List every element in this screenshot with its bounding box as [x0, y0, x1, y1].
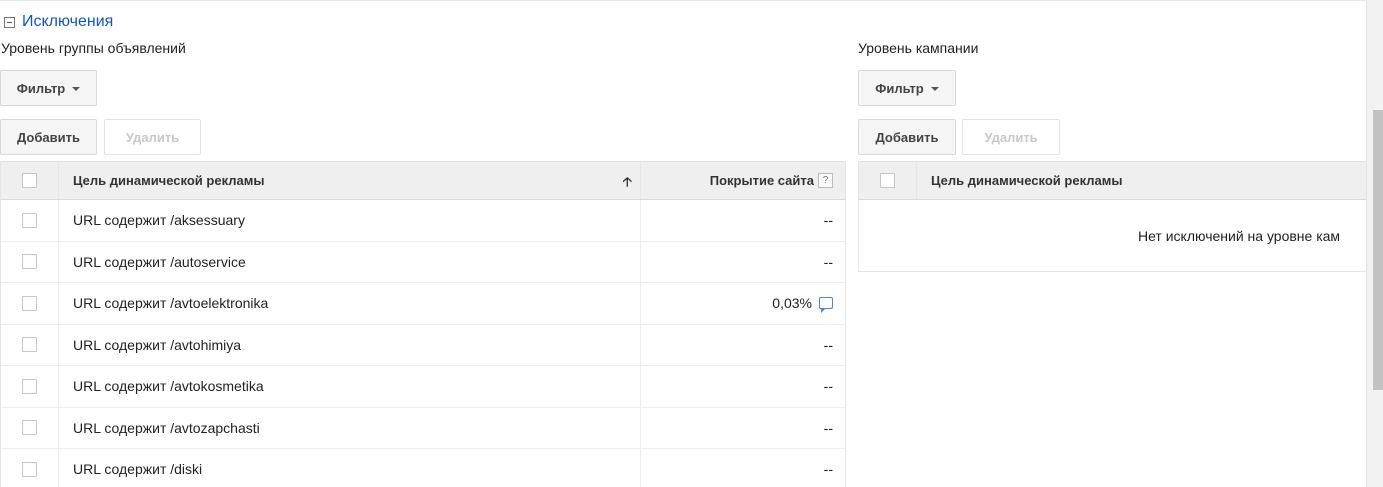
- comment-icon[interactable]: [819, 297, 833, 314]
- row-checkbox[interactable]: [22, 337, 37, 353]
- campaign-delete-button[interactable]: Удалить: [962, 119, 1060, 155]
- row-target: URL содержит /diski: [59, 449, 641, 487]
- row-target: URL содержит /avtoelektronika: [59, 283, 641, 324]
- select-all-cell: [859, 162, 917, 199]
- row-coverage-cell: 0,03%: [641, 283, 845, 324]
- row-check-cell: [1, 449, 59, 487]
- column-header-coverage-label: Покрытие сайта: [709, 173, 814, 188]
- collapse-icon[interactable]: [4, 16, 15, 28]
- row-checkbox[interactable]: [22, 295, 37, 311]
- exclusions-section-toggle[interactable]: Исключения: [4, 13, 113, 31]
- row-check-cell: [1, 200, 59, 241]
- empty-state-message: Нет исключений на уровне кам: [859, 200, 1366, 272]
- column-header-target-label: Цель динамической рекламы: [73, 173, 265, 188]
- row-check-cell: [1, 366, 59, 407]
- row-target: URL содержит /avtokosmetika: [59, 366, 641, 407]
- table-row: URL содержит /avtohimiya --: [1, 324, 845, 366]
- row-check-cell: [1, 241, 59, 282]
- row-check-cell: [1, 407, 59, 448]
- row-checkbox[interactable]: [22, 254, 37, 270]
- campaign-add-button[interactable]: Добавить: [858, 119, 956, 155]
- column-header-target[interactable]: Цель динамической рекламы: [917, 162, 1366, 199]
- table-row: URL содержит /aksessuary --: [1, 200, 845, 242]
- row-coverage: --: [823, 378, 833, 395]
- filter-button-label: Фильтр: [875, 80, 924, 96]
- caret-down-icon: [72, 87, 81, 91]
- help-icon[interactable]: ?: [818, 173, 833, 188]
- row-check-cell: [1, 283, 59, 324]
- table-header: Цель динамической рекламы: [859, 161, 1366, 200]
- row-coverage: --: [823, 253, 833, 270]
- column-header-target-label: Цель динамической рекламы: [931, 173, 1123, 188]
- row-coverage: --: [823, 212, 833, 229]
- campaign-filter-button[interactable]: Фильтр: [858, 70, 956, 106]
- ad-group-add-button[interactable]: Добавить: [0, 119, 97, 155]
- row-checkbox[interactable]: [22, 212, 37, 228]
- row-target: URL содержит /aksessuary: [59, 200, 641, 241]
- table-row: URL содержит /avtokosmetika --: [1, 366, 845, 408]
- campaign-level-label: Уровень кампании: [858, 40, 979, 56]
- filter-button-label: Фильтр: [16, 80, 66, 96]
- table-row: URL содержит /autoservice --: [1, 241, 845, 283]
- select-all-checkbox[interactable]: [22, 173, 37, 188]
- caret-down-icon: [930, 87, 939, 91]
- table-row: URL содержит /diski --: [1, 449, 845, 487]
- select-all-checkbox[interactable]: [880, 173, 895, 188]
- row-target: URL содержит /autoservice: [59, 241, 641, 282]
- row-checkbox[interactable]: [22, 378, 37, 394]
- row-coverage: --: [823, 419, 833, 436]
- campaign-exclusions-table: Цель динамической рекламы Нет исключений…: [858, 161, 1366, 272]
- scrollbar-thumb[interactable]: [1373, 110, 1383, 390]
- ad-group-filter-button[interactable]: Фильтр: [0, 70, 97, 106]
- row-coverage: --: [823, 336, 833, 353]
- ad-group-delete-button[interactable]: Удалить: [104, 119, 201, 155]
- table-row: URL содержит /avtozapchasti --: [1, 407, 845, 449]
- table-row: URL содержит /avtoelektronika 0,03%: [1, 283, 845, 325]
- row-checkbox[interactable]: [22, 461, 37, 477]
- table-header: Цель динамической рекламы 🡡 Покрытие сай…: [1, 161, 845, 200]
- row-check-cell: [1, 324, 59, 365]
- column-header-coverage[interactable]: Покрытие сайта ?: [641, 162, 845, 199]
- row-checkbox[interactable]: [22, 420, 37, 436]
- select-all-cell: [1, 162, 59, 199]
- row-target: URL содержит /avtozapchasti: [59, 407, 641, 448]
- section-title[interactable]: Исключения: [22, 13, 113, 31]
- row-coverage: 0,03%: [772, 295, 812, 312]
- row-target: URL содержит /avtohimiya: [59, 324, 641, 365]
- sort-ascending-icon[interactable]: 🡡: [623, 173, 632, 195]
- ad-group-exclusions-table: Цель динамической рекламы 🡡 Покрытие сай…: [0, 161, 846, 487]
- ad-group-level-label: Уровень группы объявлений: [1, 40, 186, 56]
- top-divider: [0, 0, 1366, 3]
- column-header-target[interactable]: Цель динамической рекламы 🡡: [59, 162, 641, 199]
- row-coverage: --: [823, 461, 833, 478]
